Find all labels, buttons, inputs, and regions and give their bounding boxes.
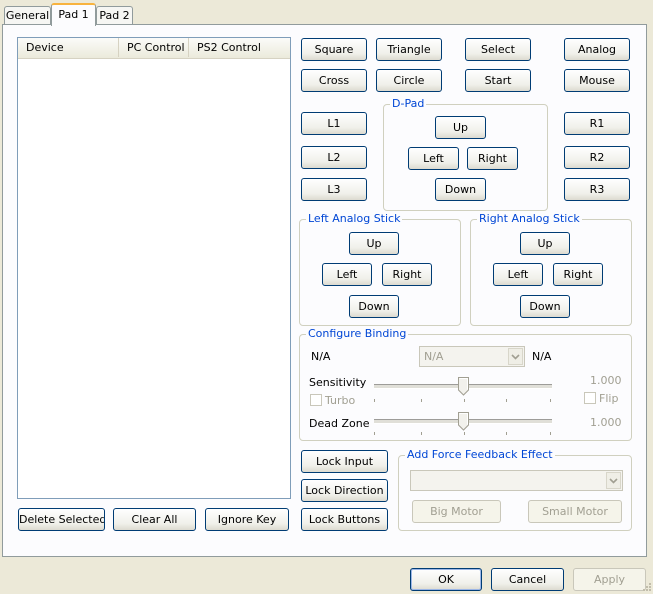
- left-stick-down-button[interactable]: Down: [349, 295, 399, 318]
- turbo-checkbox[interactable]: [310, 394, 322, 406]
- dead-zone-value: 1.000: [590, 416, 622, 429]
- dead-zone-label: Dead Zone: [309, 417, 370, 430]
- r3-button[interactable]: R3: [564, 178, 630, 201]
- select-button[interactable]: Select: [465, 38, 531, 61]
- l1-button[interactable]: L1: [301, 112, 367, 135]
- binding-right-text: N/A: [532, 350, 552, 363]
- left-stick-left-button[interactable]: Left: [322, 263, 372, 286]
- lock-direction-button[interactable]: Lock Direction: [301, 479, 388, 502]
- mouse-button[interactable]: Mouse: [564, 69, 630, 92]
- binding-select-value: N/A: [424, 350, 444, 363]
- force-feedback-label: Add Force Feedback Effect: [405, 448, 555, 462]
- apply-button[interactable]: Apply: [573, 568, 646, 591]
- binding-left-text: N/A: [311, 350, 331, 363]
- configure-binding-label: Configure Binding: [306, 327, 409, 341]
- binding-select[interactable]: N/A: [419, 346, 525, 367]
- slider-tick: [374, 432, 375, 435]
- column-header-ps2-control[interactable]: PS2 Control: [189, 38, 292, 57]
- triangle-button[interactable]: Triangle: [376, 38, 442, 61]
- right-analog-stick-label: Right Analog Stick: [477, 212, 582, 226]
- dpad-group-label: D-Pad: [390, 97, 427, 111]
- slider-tick: [464, 432, 465, 435]
- slider-tick: [464, 399, 465, 402]
- r1-button[interactable]: R1: [564, 112, 630, 135]
- column-header-pc-control[interactable]: PC Control: [119, 38, 189, 57]
- chevron-down-icon: [508, 348, 523, 365]
- big-motor-button[interactable]: Big Motor: [412, 500, 501, 523]
- analog-button[interactable]: Analog: [564, 38, 630, 61]
- slider-tick: [374, 399, 375, 402]
- square-button[interactable]: Square: [301, 38, 367, 61]
- lock-buttons-button[interactable]: Lock Buttons: [301, 508, 388, 531]
- slider-tick: [506, 432, 507, 435]
- list-header: Device PC Control PS2 Control: [18, 38, 290, 59]
- dpad-right-button[interactable]: Right: [467, 147, 518, 170]
- l2-button[interactable]: L2: [301, 146, 367, 169]
- dead-zone-slider-thumb[interactable]: [458, 412, 469, 431]
- left-stick-up-button[interactable]: Up: [349, 232, 399, 255]
- cancel-button[interactable]: Cancel: [491, 568, 564, 591]
- tab-pad-1[interactable]: Pad 1: [51, 3, 96, 26]
- dpad-up-button[interactable]: Up: [435, 116, 486, 139]
- sensitivity-label: Sensitivity: [309, 376, 367, 389]
- dpad-left-button[interactable]: Left: [408, 147, 459, 170]
- r2-button[interactable]: R2: [564, 146, 630, 169]
- slider-tick: [550, 432, 551, 435]
- ok-button[interactable]: OK: [410, 568, 482, 591]
- sensitivity-value: 1.000: [590, 374, 622, 387]
- dpad-down-button[interactable]: Down: [435, 178, 486, 201]
- small-motor-button[interactable]: Small Motor: [528, 500, 622, 523]
- column-header-device[interactable]: Device: [18, 38, 119, 57]
- l3-button[interactable]: L3: [301, 178, 367, 201]
- clear-all-button[interactable]: Clear All: [113, 508, 196, 531]
- force-feedback-select[interactable]: [410, 470, 623, 491]
- slider-tick: [421, 399, 422, 402]
- tab-general[interactable]: General: [4, 6, 51, 25]
- turbo-label: Turbo: [325, 394, 356, 407]
- lock-input-button[interactable]: Lock Input: [301, 450, 388, 473]
- sensitivity-slider-thumb[interactable]: [458, 377, 469, 396]
- slider-tick: [421, 432, 422, 435]
- left-stick-right-button[interactable]: Right: [382, 263, 432, 286]
- slider-tick: [506, 399, 507, 402]
- right-stick-up-button[interactable]: Up: [520, 232, 570, 255]
- circle-button[interactable]: Circle: [376, 69, 442, 92]
- right-stick-right-button[interactable]: Right: [553, 263, 603, 286]
- cross-button[interactable]: Cross: [301, 69, 367, 92]
- right-stick-down-button[interactable]: Down: [520, 295, 570, 318]
- right-stick-left-button[interactable]: Left: [493, 263, 543, 286]
- left-analog-stick-label: Left Analog Stick: [306, 212, 403, 226]
- device-list[interactable]: Device PC Control PS2 Control: [17, 37, 291, 499]
- chevron-down-icon: [606, 472, 621, 489]
- ignore-key-button[interactable]: Ignore Key: [205, 508, 289, 531]
- start-button[interactable]: Start: [465, 69, 531, 92]
- flip-checkbox[interactable]: [584, 392, 596, 404]
- slider-tick: [550, 399, 551, 402]
- flip-label: Flip: [599, 392, 619, 405]
- tab-pad-2[interactable]: Pad 2: [96, 6, 133, 25]
- delete-selected-button[interactable]: Delete Selected: [18, 508, 105, 531]
- resize-grip-icon[interactable]: [641, 581, 651, 591]
